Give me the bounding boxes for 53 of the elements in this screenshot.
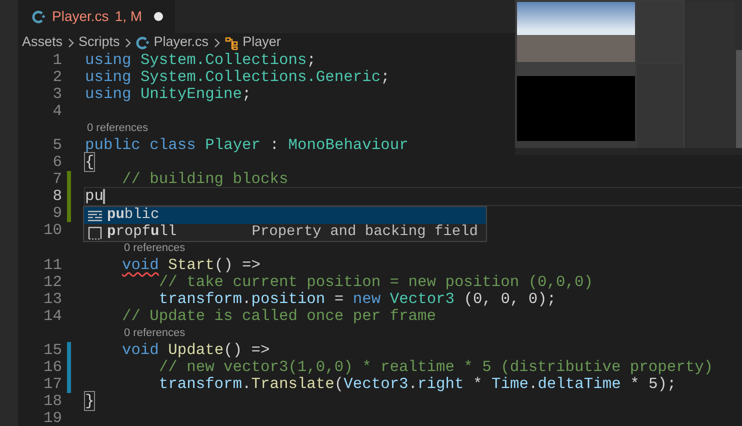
code-line: // take current position = new position (0,0,0): [158, 272, 593, 291]
breadcrumb-item[interactable]: Player.cs: [154, 32, 209, 53]
breadcrumb-item[interactable]: Assets: [22, 32, 63, 53]
codelens-references[interactable]: 0 references: [124, 326, 186, 339]
line-number: 8: [52, 188, 63, 206]
code-line: using System.Collections.Generic;: [85, 68, 390, 86]
chevron-right-icon: [212, 38, 221, 48]
snippet-icon: [87, 226, 103, 240]
suggestion-item[interactable]: public: [84, 207, 486, 224]
codelens-references[interactable]: 0 references: [87, 122, 148, 134]
code-line: // Update is called once per frame: [120, 306, 436, 325]
line-number: 12: [42, 274, 63, 291]
code-line: // new vector3(1,0,0) * realtime * 5 (distributive property): [158, 358, 714, 376]
suggestion-item[interactable]: propfull Property and backing field: [84, 224, 486, 242]
line-number: 5: [52, 137, 63, 154]
line-number: 11: [42, 256, 63, 274]
line-number: 15: [42, 342, 63, 359]
class-icon: [224, 36, 239, 50]
code-line: // building blocks: [120, 170, 288, 188]
line-number: 7: [52, 171, 63, 188]
line-number: 19: [42, 410, 63, 426]
code-line: transform.Translate(Vector3.right * Time.deltaTime * 5);: [158, 374, 676, 393]
code-line: using UnityEngine;: [85, 85, 252, 104]
code-line: public class Player : MonoBehaviour: [85, 136, 408, 154]
unsaved-dot: [154, 12, 164, 21]
chevron-right-icon: [124, 38, 132, 48]
breadcrumb-item[interactable]: Player: [242, 32, 281, 53]
line-number: 3: [52, 86, 63, 104]
codelens-references[interactable]: 0 references: [124, 242, 186, 254]
line-number: 4: [52, 103, 63, 120]
line-number: 18: [42, 392, 63, 410]
line-number: 9: [52, 205, 63, 222]
code-line: void Start() =>: [120, 256, 261, 274]
code-line: using System.Collections;: [85, 51, 316, 69]
line-number: 2: [52, 69, 63, 86]
line-number: 1: [52, 52, 63, 70]
code-line: {: [85, 153, 94, 172]
line-number: 6: [52, 154, 63, 172]
line-number: 13: [42, 290, 63, 308]
line-number: 17: [42, 376, 63, 393]
code-line: void Update() =>: [120, 340, 270, 359]
line-number: 14: [42, 308, 63, 325]
editor-tab[interactable]: Player.cs 1, M: [18, 0, 176, 33]
code-line: pu: [85, 187, 104, 206]
line-number: 16: [42, 358, 63, 376]
code-line: transform.position = new Vector3 (0, 0, 0);: [158, 290, 556, 308]
line-number: 10: [42, 222, 63, 240]
keyword-icon: [87, 208, 103, 223]
chevron-right-icon: [66, 38, 75, 48]
csharp-file-icon: [136, 36, 150, 50]
csharp-file-icon: [32, 10, 46, 24]
breadcrumb-item[interactable]: Scripts: [78, 32, 120, 53]
code-line: }: [85, 392, 94, 410]
